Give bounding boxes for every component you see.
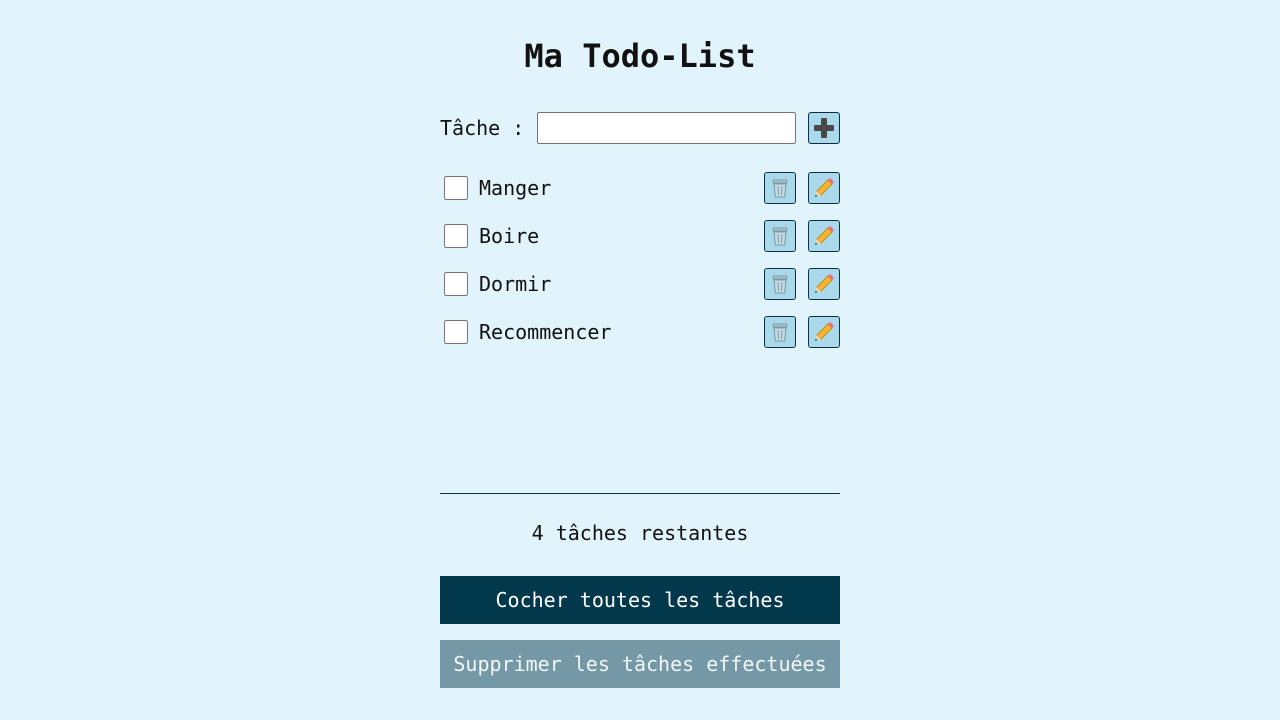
task-label: Dormir	[479, 272, 552, 296]
edit-task-button[interactable]	[808, 316, 840, 348]
task-label: Recommencer	[479, 320, 612, 344]
delete-task-button[interactable]	[764, 316, 796, 348]
task-checkbox[interactable]	[444, 176, 468, 200]
page-title: Ma Todo-List	[524, 37, 756, 75]
trash-icon	[772, 323, 788, 342]
task-input[interactable]	[537, 112, 796, 144]
task-item: Dormir	[440, 260, 840, 308]
pencil-icon	[815, 178, 834, 197]
edit-task-button[interactable]	[808, 268, 840, 300]
pencil-icon	[815, 226, 834, 245]
task-label: Manger	[479, 176, 552, 200]
pencil-icon	[815, 274, 834, 293]
task-item: Manger	[440, 164, 840, 212]
trash-icon	[772, 179, 788, 198]
trash-icon	[772, 227, 788, 246]
task-item: Recommencer	[440, 308, 840, 356]
delete-task-button[interactable]	[764, 172, 796, 204]
plus-icon	[814, 118, 834, 138]
task-checkbox[interactable]	[444, 320, 468, 344]
task-input-label: Tâche :	[440, 116, 525, 140]
task-label: Boire	[479, 224, 540, 248]
task-item: Boire	[440, 212, 840, 260]
pencil-icon	[815, 322, 834, 341]
edit-task-button[interactable]	[808, 220, 840, 252]
check-all-button[interactable]: Cocher toutes les tâches	[440, 576, 840, 624]
task-checkbox[interactable]	[444, 224, 468, 248]
todo-app: Ma Todo-List Tâche : Manger Boire Dormir…	[440, 0, 840, 720]
edit-task-button[interactable]	[808, 172, 840, 204]
delete-done-button[interactable]: Supprimer les tâches effectuées	[440, 640, 840, 688]
delete-task-button[interactable]	[764, 268, 796, 300]
divider	[440, 493, 840, 494]
trash-icon	[772, 275, 788, 294]
remaining-count: 4 tâches restantes	[531, 521, 749, 545]
add-task-row: Tâche :	[440, 112, 840, 144]
task-checkbox[interactable]	[444, 272, 468, 296]
add-task-button[interactable]	[808, 112, 840, 144]
delete-task-button[interactable]	[764, 220, 796, 252]
